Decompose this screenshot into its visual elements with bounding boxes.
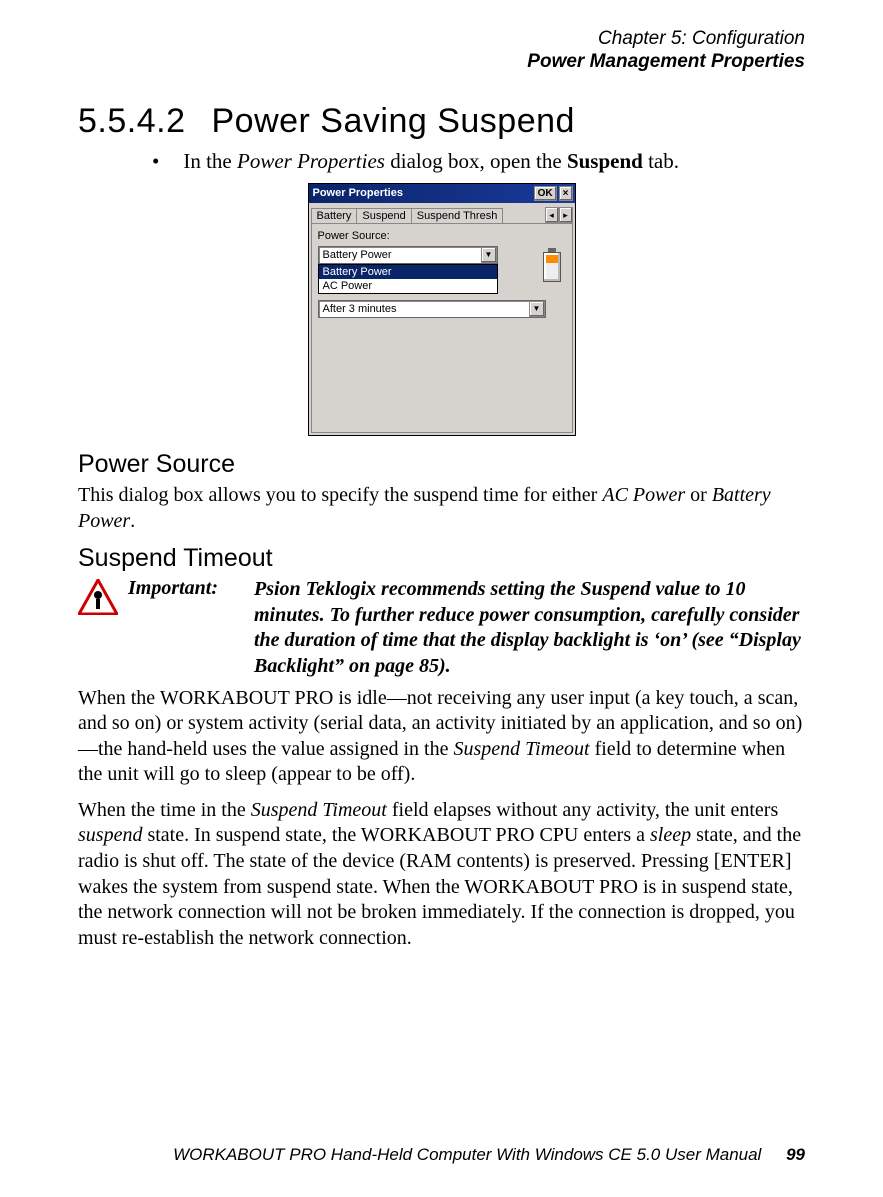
tab-suspend-threshold[interactable]: Suspend Thresh	[411, 208, 504, 223]
subhead-power-source: Power Source	[78, 450, 805, 479]
dialog-titlebar: Power Properties OK ×	[309, 184, 575, 203]
bullet-text-bold: Suspend	[567, 149, 643, 173]
power-source-label: Power Source:	[318, 230, 566, 242]
dialog-title: Power Properties	[311, 187, 532, 199]
tab-scroll-right[interactable]: ▸	[559, 207, 573, 223]
dropdown-option-battery[interactable]: Battery Power	[319, 265, 497, 279]
section-title: Power Saving Suspend	[211, 102, 574, 140]
important-label: Important:	[128, 577, 244, 600]
bullet-text-post: tab.	[643, 149, 679, 173]
tab-suspend[interactable]: Suspend	[356, 208, 411, 224]
power-properties-dialog: Power Properties OK × Battery Suspend Su…	[308, 183, 576, 436]
bullet-text-italic: Power Properties	[237, 149, 385, 173]
bullet-dot: •	[152, 149, 159, 173]
tab-panel-suspend: Power Source: Battery Power ▼ Battery Po…	[311, 223, 573, 433]
tab-strip: Battery Suspend Suspend Thresh ◂ ▸	[309, 203, 575, 223]
para-idle: When the WORKABOUT PRO is idle—not recei…	[78, 686, 805, 788]
header-chapter: Chapter 5: Configuration	[78, 28, 805, 51]
header-topic: Power Management Properties	[78, 51, 805, 74]
footer-text: WORKABOUT PRO Hand-Held Computer With Wi…	[173, 1145, 761, 1164]
suspend-timeout-value: After 3 minutes	[319, 303, 529, 315]
chevron-down-icon[interactable]: ▼	[529, 301, 545, 317]
tab-battery[interactable]: Battery	[311, 208, 358, 223]
power-source-value: Battery Power	[319, 249, 481, 261]
important-text: Psion Teklogix recommends setting the Su…	[254, 577, 805, 679]
bullet-text-mid: dialog box, open the	[385, 149, 567, 173]
page-header: Chapter 5: Configuration Power Managemen…	[78, 28, 805, 74]
close-button[interactable]: ×	[559, 186, 573, 201]
important-note: Important: Psion Teklogix recommends set…	[78, 577, 805, 679]
ok-button[interactable]: OK	[534, 186, 557, 201]
warning-icon	[78, 579, 118, 615]
section-number: 5.5.4.2	[78, 102, 185, 140]
page-footer: WORKABOUT PRO Hand-Held Computer With Wi…	[173, 1145, 805, 1165]
battery-icon	[542, 248, 562, 284]
dropdown-option-ac[interactable]: AC Power	[319, 279, 497, 293]
power-source-dropdown: Battery Power AC Power	[318, 264, 498, 294]
tab-scroll-left[interactable]: ◂	[545, 207, 559, 223]
power-source-combo[interactable]: Battery Power ▼	[318, 246, 498, 264]
para-power-source: This dialog box allows you to specify th…	[78, 483, 805, 534]
para-suspend-state: When the time in the Suspend Timeout fie…	[78, 798, 805, 952]
chevron-down-icon[interactable]: ▼	[481, 247, 497, 263]
page-number: 99	[786, 1145, 805, 1164]
subhead-suspend-timeout: Suspend Timeout	[78, 544, 805, 573]
instruction-bullet: • In the Power Properties dialog box, ope…	[152, 147, 805, 175]
bullet-text-pre: In the	[183, 149, 237, 173]
section-heading: 5.5.4.2 Power Saving Suspend	[78, 102, 805, 141]
suspend-timeout-combo[interactable]: After 3 minutes ▼	[318, 300, 546, 318]
